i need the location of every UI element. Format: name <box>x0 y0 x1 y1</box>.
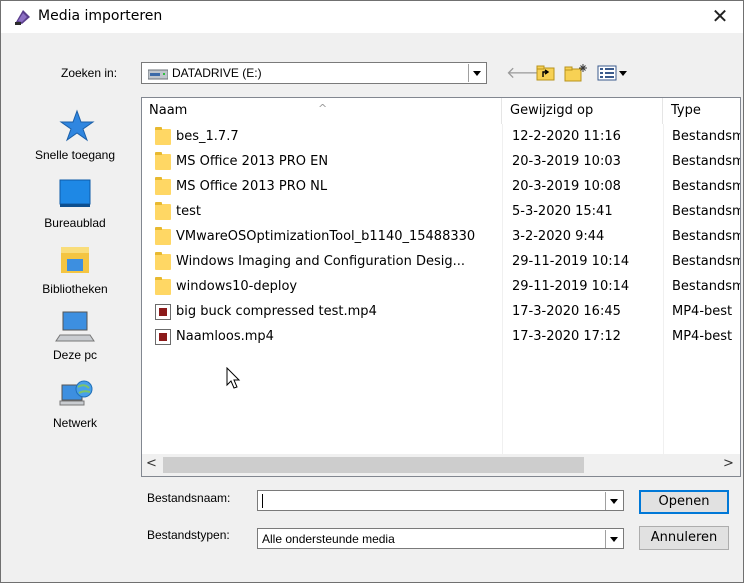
filename-input[interactable] <box>260 492 600 509</box>
file-row[interactable]: MS Office 2013 PRO EN 20-3-2019 10:03 Best… <box>142 149 740 175</box>
file-type: Bestandsm <box>672 254 741 269</box>
chevron-down-icon[interactable] <box>605 492 622 510</box>
file-row[interactable]: MS Office 2013 PRO NL 20-3-2019 10:08 Best… <box>142 174 740 200</box>
column-header-name[interactable]: Naam ^ <box>142 98 502 124</box>
file-modified: 3-2-2020 9:44 <box>512 229 605 244</box>
file-row[interactable]: bes_1.7.7 12-2-2020 11:16 Bestandsm <box>142 124 740 150</box>
close-icon: ✕ <box>711 4 729 28</box>
file-row[interactable]: VMwareOSOptimizationTool_b1140_15488330 3… <box>142 224 740 250</box>
file-name: windows10-deploy <box>176 279 298 294</box>
place-libraries[interactable]: Bibliotheken <box>13 243 137 296</box>
scroll-left-icon[interactable]: < <box>146 456 160 473</box>
filetype-value: Alle ondersteunde media <box>262 532 395 546</box>
look-in-dropdown[interactable]: DATADRIVE (E:) <box>141 62 487 84</box>
mouse-pointer-icon <box>226 367 241 389</box>
open-button[interactable]: Openen <box>639 490 729 514</box>
column-header-type[interactable]: Type <box>664 98 740 124</box>
horizontal-scrollbar[interactable]: < > <box>142 454 740 476</box>
file-modified: 17-3-2020 16:45 <box>512 304 621 319</box>
computer-icon <box>55 311 95 342</box>
title-bar: Media importeren ✕ <box>1 1 743 33</box>
file-modified: 20-3-2019 10:03 <box>512 154 621 169</box>
media-import-dialog: Media importeren ✕ Zoeken in: DATADRIVE … <box>0 0 744 583</box>
file-name: MS Office 2013 PRO EN <box>176 154 329 169</box>
up-folder-icon[interactable] <box>535 63 557 83</box>
app-icon <box>15 10 30 25</box>
file-name: VMwareOSOptimizationTool_b1140_15488330 <box>176 229 476 244</box>
new-folder-icon[interactable] <box>564 63 588 83</box>
network-icon <box>59 380 93 406</box>
file-row[interactable]: test 5-3-2020 15:41 Bestandsm <box>142 199 740 225</box>
file-row[interactable]: windows10-deploy 29-11-2019 10:14 Bestands… <box>142 274 740 300</box>
scroll-right-icon[interactable]: > <box>723 456 737 473</box>
dialog-title: Media importeren <box>38 8 163 24</box>
file-row[interactable]: big buck compressed test.mp4 17-3-2020 16… <box>142 299 740 325</box>
scrollbar-thumb[interactable] <box>163 457 584 473</box>
file-list-header: Naam ^ Gewijzigd op Type <box>142 98 740 124</box>
file-row[interactable]: Naamloos.mp4 17-3-2020 17:12 MP4-best <box>142 324 740 350</box>
file-type: Bestandsm <box>672 279 741 294</box>
chevron-down-icon[interactable] <box>605 530 622 548</box>
filename-combobox[interactable] <box>257 490 624 511</box>
file-name: Windows Imaging and Configuration Desig.… <box>176 254 466 269</box>
text-caret <box>262 494 263 508</box>
file-type: Bestandsm <box>672 179 741 194</box>
close-button[interactable]: ✕ <box>697 1 743 33</box>
look-in-value: DATADRIVE (E:) <box>172 66 262 80</box>
file-modified: 12-2-2020 11:16 <box>512 129 621 144</box>
filetype-label: Bestandstypen: <box>147 528 230 542</box>
chevron-down-icon[interactable] <box>468 64 485 82</box>
file-name: Naamloos.mp4 <box>176 329 274 344</box>
file-modified: 5-3-2020 15:41 <box>512 204 613 219</box>
view-menu-icon[interactable] <box>596 63 634 83</box>
place-this-pc[interactable]: Deze pc <box>13 309 137 362</box>
folder-icon <box>155 227 171 245</box>
folder-icon <box>155 252 171 270</box>
places-bar: Snelle toegang Bureaublad Bibliotheken D… <box>13 97 137 477</box>
file-type: Bestandsm <box>672 129 741 144</box>
column-header-modified[interactable]: Gewijzigd op <box>503 98 663 124</box>
desktop-icon <box>59 179 91 207</box>
folder-icon <box>155 152 171 170</box>
file-type: MP4-best <box>672 304 733 319</box>
file-row[interactable]: Windows Imaging and Configuration Desig.… <box>142 249 740 275</box>
folder-icon <box>155 277 171 295</box>
place-network[interactable]: Netwerk <box>13 377 137 430</box>
libraries-icon <box>61 247 89 273</box>
file-name: big buck compressed test.mp4 <box>176 304 377 319</box>
back-arrow-icon[interactable]: 🡐 <box>506 63 549 83</box>
filetype-dropdown[interactable]: Alle ondersteunde media <box>257 528 624 549</box>
folder-icon <box>155 177 171 195</box>
place-desktop[interactable]: Bureaublad <box>13 177 137 230</box>
file-name: test <box>176 204 201 219</box>
star-icon <box>59 109 95 142</box>
video-file-icon <box>155 304 171 320</box>
file-name: bes_1.7.7 <box>176 129 239 144</box>
file-type: Bestandsm <box>672 229 741 244</box>
file-name: MS Office 2013 PRO NL <box>176 179 328 194</box>
look-in-label: Zoeken in: <box>61 66 118 80</box>
file-type: Bestandsm <box>672 204 741 219</box>
file-modified: 29-11-2019 10:14 <box>512 279 630 294</box>
file-modified: 20-3-2019 10:08 <box>512 179 621 194</box>
folder-icon <box>155 127 171 145</box>
file-type: MP4-best <box>672 329 733 344</box>
cancel-button[interactable]: Annuleren <box>639 526 729 550</box>
filename-label: Bestandsnaam: <box>147 491 231 505</box>
video-file-icon <box>155 329 171 345</box>
sort-ascending-icon: ^ <box>318 102 328 115</box>
file-modified: 17-3-2020 17:12 <box>512 329 621 344</box>
place-quick-access[interactable]: Snelle toegang <box>13 109 137 162</box>
file-type: Bestandsm <box>672 154 741 169</box>
file-list[interactable]: Naam ^ Gewijzigd op Type bes_1.7.7 12-2-2… <box>141 97 741 477</box>
drive-icon <box>148 69 168 80</box>
file-modified: 29-11-2019 10:14 <box>512 254 630 269</box>
folder-icon <box>155 202 171 220</box>
